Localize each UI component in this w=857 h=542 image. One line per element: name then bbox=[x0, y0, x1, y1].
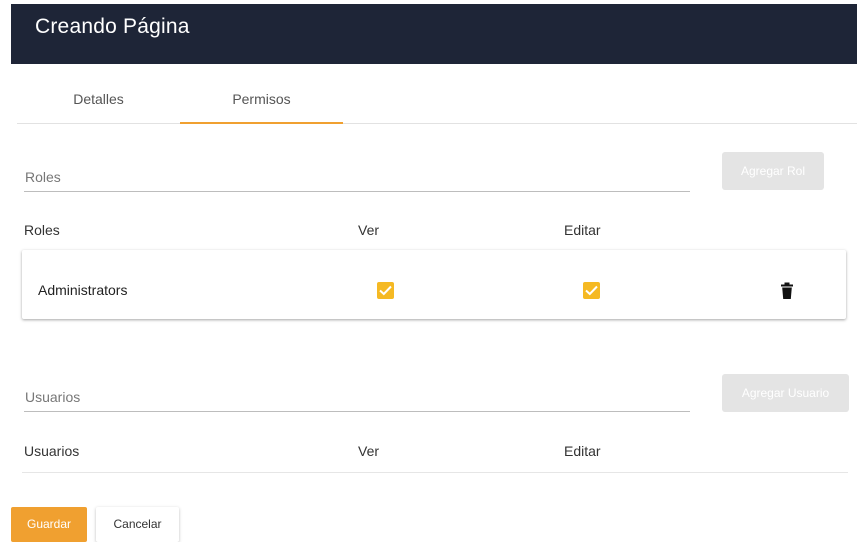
users-ver-column-header: Ver bbox=[358, 443, 380, 459]
role-row-card: Administrators bbox=[22, 250, 846, 319]
save-button[interactable]: Guardar bbox=[11, 507, 87, 542]
add-user-button[interactable]: Agregar Usuario bbox=[722, 374, 849, 412]
ver-column-header: Ver bbox=[358, 222, 380, 238]
add-role-button[interactable]: Agregar Rol bbox=[722, 152, 824, 190]
roles-input-field[interactable] bbox=[24, 162, 690, 192]
roles-input[interactable] bbox=[24, 162, 690, 191]
users-table-divider bbox=[22, 472, 848, 473]
check-icon bbox=[379, 285, 392, 296]
users-input-field[interactable] bbox=[24, 382, 690, 412]
editar-column-header: Editar bbox=[564, 222, 601, 238]
tab-bar: Detalles Permisos bbox=[17, 78, 857, 124]
app-header: Creando Página bbox=[11, 4, 857, 64]
editar-checkbox[interactable] bbox=[583, 282, 600, 299]
tab-permisos[interactable]: Permisos bbox=[180, 78, 343, 124]
users-column-header: Usuarios bbox=[24, 443, 80, 459]
users-input[interactable] bbox=[24, 382, 690, 411]
check-icon bbox=[585, 285, 598, 296]
ver-checkbox[interactable] bbox=[377, 282, 394, 299]
trash-icon[interactable] bbox=[780, 282, 794, 300]
roles-column-header: Roles bbox=[24, 222, 60, 238]
tab-detalles[interactable]: Detalles bbox=[17, 78, 180, 123]
cancel-button[interactable]: Cancelar bbox=[96, 507, 179, 542]
users-editar-column-header: Editar bbox=[564, 443, 601, 459]
role-name: Administrators bbox=[38, 282, 128, 298]
page-title: Creando Página bbox=[35, 15, 190, 38]
